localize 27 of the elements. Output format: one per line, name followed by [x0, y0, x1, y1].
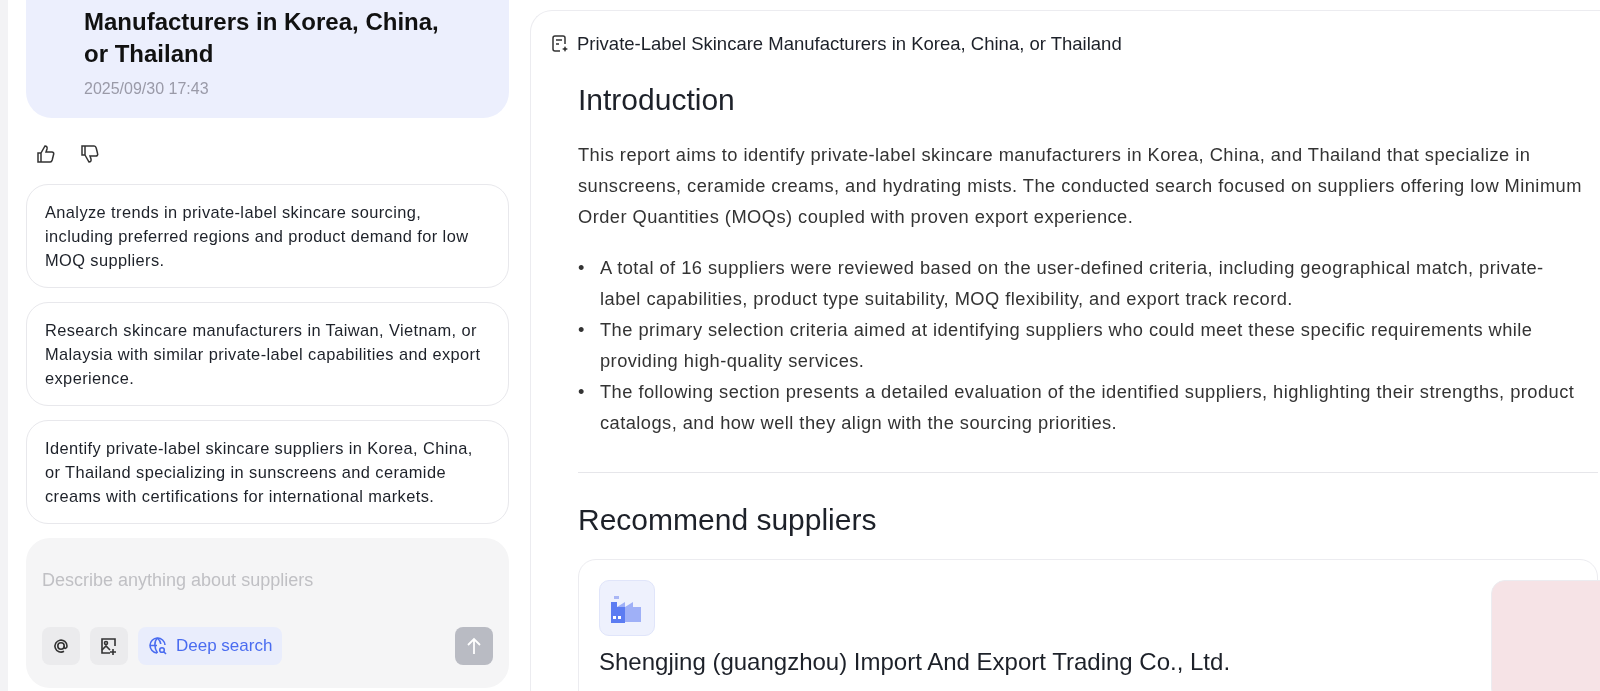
supplier-card[interactable]: Shengjing (guangzhou) Import And Export Trading Co., Ltd. [578, 559, 1598, 691]
bullet-item: The primary selection criteria aimed at identifying suppliers who could meet these specific requirements while providing high-quality services. [600, 318, 1534, 373]
paragraph: This report aims to identify private-label skincare manufacturers in Korea, China, and Thailand that specialize in sunscreens, ceramide creams, and hydrating mists. The conducted search focused on suppliers offering low Minimum Order Quantities (MOQs) coupled with proven export experience. [578, 143, 1583, 229]
deep-search-toggle[interactable]: Deep search [138, 627, 283, 665]
bullet-item: The following section presents a detailed evaluation of the identified suppliers, highlighting their strengths, product catalogs, and how well they align with the sourcing priorities. [600, 380, 1576, 435]
bullet-marker: • [578, 256, 586, 280]
query-time: 2025/09/30 17:43 [84, 80, 210, 98]
bullet-marker: • [578, 380, 586, 404]
at-sign-icon [51, 636, 71, 656]
suggestion-card[interactable]: Identify private-label skincare suppliers in Korea, China, or Thailand specializing in sunscreens and ceramide creams with certifications for international markets. [26, 420, 509, 524]
suggestion-card[interactable]: Analyze trends in private-label skincare sourcing, including preferred regions and product demand for low MOQ suppliers. [26, 184, 509, 288]
section-heading: Recommend suppliers [578, 503, 878, 537]
image-plus-icon [99, 636, 119, 656]
supplier-name[interactable]: Shengjing (guangzhou) Import And Export Trading Co., Ltd. [599, 648, 1231, 676]
thumbs-up-icon[interactable] [36, 144, 56, 164]
section-heading: Introduction [578, 83, 736, 117]
document-sparkle-icon [551, 35, 569, 53]
bullet-marker: • [578, 318, 586, 342]
report-title: Private-Label Skincare Manufacturers in Korea, China, or Thailand [577, 33, 1122, 55]
image-upload-button[interactable] [90, 627, 128, 665]
suggestion-card[interactable]: Research skincare manufacturers in Taiwan, Vietnam, or Malaysia with similar private-label capabilities and export experience. [26, 302, 509, 406]
query-title: Manufacturers in Korea, China, or Thailand [84, 7, 440, 69]
thumbs-down-icon[interactable] [80, 144, 100, 164]
mention-button[interactable] [42, 627, 80, 665]
arrow-up-icon [466, 637, 482, 655]
globe-search-icon [148, 636, 168, 656]
bullet-item: A total of 16 suppliers were reviewed based on the user-defined criteria, including geographical match, private-label capabilities, product type suitability, MOQ flexibility, and export track record. [600, 256, 1545, 311]
